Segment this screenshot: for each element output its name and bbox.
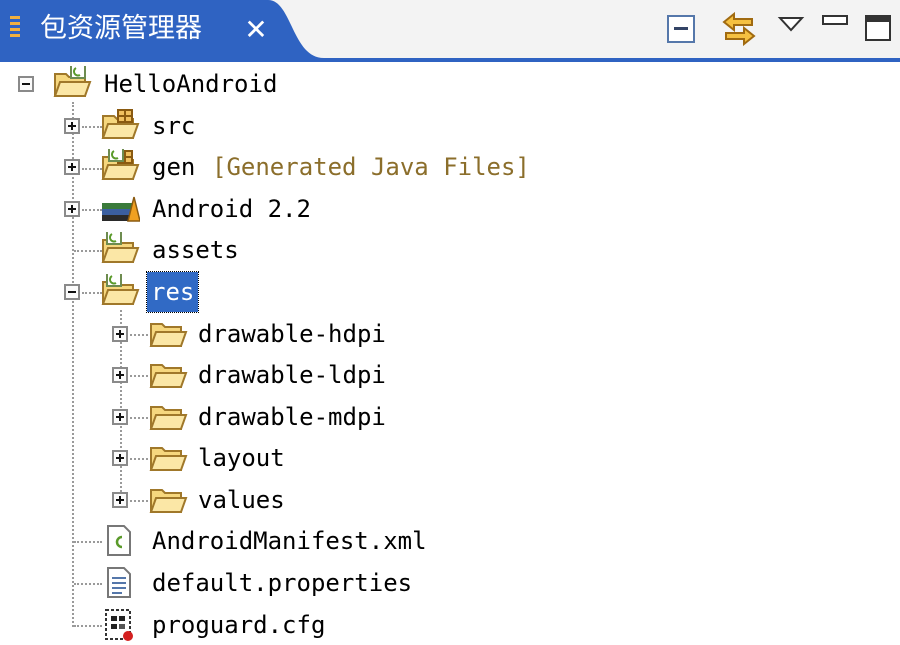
tree-item-android-library[interactable]: Android 2.2	[0, 189, 400, 229]
expand-toggle-icon[interactable]	[64, 118, 80, 134]
tree-item-label: res	[145, 271, 200, 313]
expand-toggle-icon[interactable]	[112, 492, 128, 508]
tree-item-gen[interactable]: gen [Generated Java Files]	[0, 147, 600, 187]
folder-icon	[150, 364, 187, 388]
view-tab[interactable]: 包资源管理器 ✕	[0, 0, 324, 62]
source-folder-icon	[102, 109, 139, 139]
expand-toggle-icon[interactable]	[64, 159, 80, 175]
view-header: 包资源管理器 ✕	[0, 0, 900, 62]
expand-toggle-icon[interactable]	[112, 409, 128, 425]
minimize-icon[interactable]	[818, 10, 852, 46]
tree-item-assets[interactable]: assets	[0, 230, 400, 270]
generated-source-folder-icon	[102, 149, 139, 180]
library-container-icon	[102, 196, 140, 222]
tree-item-drawable-ldpi[interactable]: drawable-ldpi	[0, 355, 500, 395]
collapse-toggle-icon[interactable]	[18, 76, 34, 92]
text-file-icon	[107, 567, 131, 598]
android-manifest-file-icon	[107, 525, 131, 556]
view-title: 包资源管理器	[40, 13, 202, 44]
folder-icon	[150, 447, 187, 471]
tree-item-label: layout	[198, 444, 285, 472]
tree-item-label: drawable-hdpi	[198, 320, 386, 348]
expand-toggle-icon[interactable]	[64, 201, 80, 217]
tree-item-drawable-hdpi[interactable]: drawable-hdpi	[0, 314, 500, 354]
tree-item-src[interactable]: src	[0, 106, 400, 146]
tree-item-label: HelloAndroid	[104, 70, 278, 98]
tree-item-decoration: [Generated Java Files]	[212, 153, 530, 181]
tree-item-label: Android 2.2	[152, 195, 311, 223]
tree-item-label: src	[152, 112, 196, 140]
android-project-icon	[54, 66, 91, 97]
collapse-toggle-icon[interactable]	[64, 284, 80, 300]
tree-item-values[interactable]: values	[0, 480, 500, 520]
tree-item-label: drawable-ldpi	[198, 361, 386, 389]
view-grip-icon	[10, 16, 20, 42]
android-folder-icon	[102, 232, 139, 263]
view-menu-icon[interactable]	[776, 10, 806, 46]
tree-item-label: proguard.cfg	[152, 611, 326, 639]
expand-toggle-icon[interactable]	[112, 326, 128, 342]
maximize-icon[interactable]	[862, 10, 894, 46]
tree-item-label: values	[198, 486, 285, 514]
expand-toggle-icon[interactable]	[112, 450, 128, 466]
folder-icon	[150, 323, 187, 347]
tree-item-drawable-mdpi[interactable]: drawable-mdpi	[0, 397, 500, 437]
expand-toggle-icon[interactable]	[112, 367, 128, 383]
tree-item-label: gen	[152, 153, 196, 181]
tree-item-default-properties[interactable]: default.properties	[0, 563, 500, 603]
package-explorer-tree: HelloAndroid src gen [Generated Java Fil…	[0, 62, 900, 643]
tree-item-label: AndroidManifest.xml	[152, 527, 427, 555]
tree-item-layout[interactable]: layout	[0, 438, 500, 478]
link-with-editor-icon[interactable]	[718, 10, 760, 47]
collapse-all-icon[interactable]	[664, 10, 700, 46]
tree-item-label: drawable-mdpi	[198, 403, 386, 431]
android-folder-icon	[102, 274, 139, 305]
tree-item-project[interactable]: HelloAndroid	[0, 64, 400, 104]
folder-icon	[150, 406, 187, 430]
tree-item-label: default.properties	[152, 569, 413, 597]
config-file-icon	[105, 609, 133, 641]
close-icon[interactable]: ✕	[240, 14, 272, 46]
tree-item-android-manifest[interactable]: AndroidManifest.xml	[0, 521, 500, 561]
folder-icon	[150, 489, 187, 513]
tree-item-proguard[interactable]: proguard.cfg	[0, 605, 500, 645]
tree-item-res[interactable]: res	[0, 271, 400, 313]
tree-item-label: assets	[152, 236, 239, 264]
